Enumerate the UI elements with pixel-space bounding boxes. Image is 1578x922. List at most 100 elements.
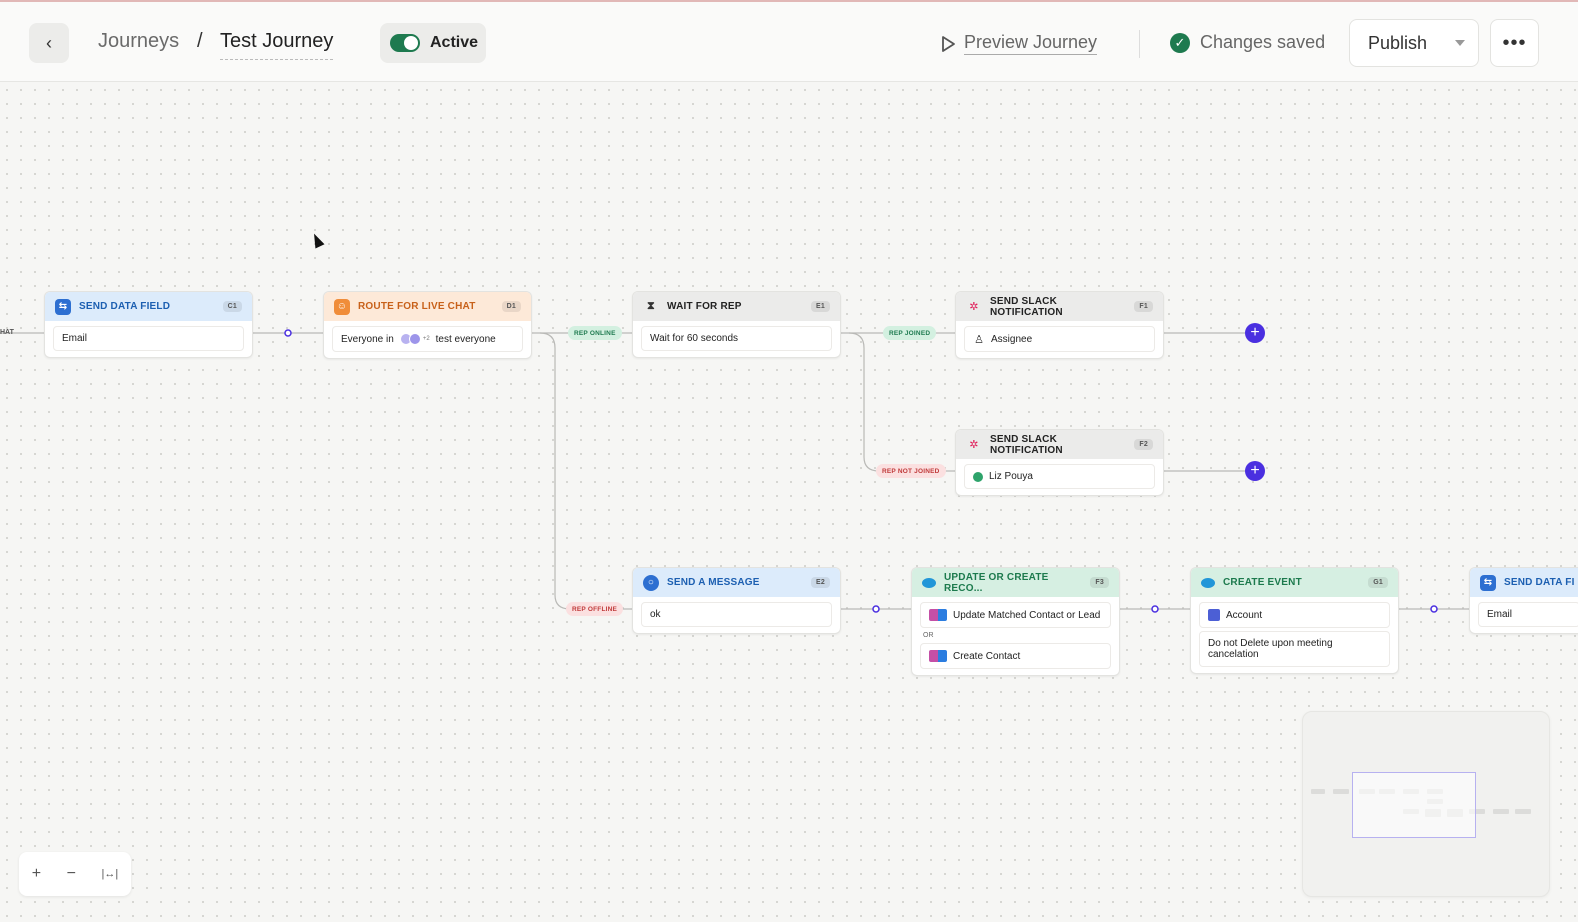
node-field[interactable]: Liz Pouya bbox=[964, 464, 1155, 489]
node-title: SEND DATA FIELD bbox=[79, 301, 171, 312]
node-field[interactable]: Wait for 60 seconds bbox=[641, 326, 832, 351]
node-field[interactable]: ♙ Assignee bbox=[964, 326, 1155, 352]
node-code: G1 bbox=[1368, 577, 1388, 588]
node-code: F1 bbox=[1134, 301, 1153, 312]
back-button[interactable]: ‹ bbox=[29, 23, 69, 63]
node-title: SEND SLACK NOTIFICATION bbox=[990, 295, 1063, 318]
more-options-button[interactable]: ••• bbox=[1490, 19, 1539, 67]
caret-down-icon bbox=[1455, 40, 1466, 46]
node-title: CREATE EVENT bbox=[1223, 577, 1302, 588]
node-send-message-e2[interactable]: ○ SEND A MESSAGE E2 ok bbox=[632, 567, 841, 634]
breadcrumb-separator: / bbox=[197, 30, 203, 52]
node-field-text: Create Contact bbox=[953, 650, 1021, 662]
node-field[interactable]: Account bbox=[1199, 602, 1390, 628]
zoom-in-button[interactable]: + bbox=[32, 865, 41, 883]
active-label: Active bbox=[430, 34, 479, 51]
salesforce-icon bbox=[1201, 577, 1215, 588]
journey-canvas[interactable]: HAT ⇆ SEND DATA FIELD C1 Email ☺ ROUTE F… bbox=[0, 83, 1578, 922]
data-field-icon: ⇆ bbox=[1480, 574, 1496, 591]
data-field-icon: ⇆ bbox=[55, 298, 71, 315]
minimap-node bbox=[1493, 809, 1509, 814]
publish-button[interactable]: Publish bbox=[1349, 19, 1479, 67]
edge-label-rep-online: REP ONLINE bbox=[568, 326, 622, 340]
node-field[interactable]: Do not Delete upon meeting cancelation bbox=[1199, 631, 1390, 667]
check-circle-icon: ✓ bbox=[1170, 32, 1190, 53]
node-title: SEND A MESSAGE bbox=[667, 577, 760, 588]
user-icon: ♙ bbox=[974, 333, 984, 346]
plus-icon: + bbox=[1250, 462, 1260, 479]
or-separator: OR bbox=[923, 632, 934, 639]
minimap[interactable] bbox=[1302, 711, 1550, 897]
node-slack-notification-f2[interactable]: ✲ SEND SLACK NOTIFICATION F2 Liz Pouya bbox=[955, 429, 1164, 496]
node-field[interactable]: Email bbox=[1478, 602, 1578, 627]
node-field-text: Assignee bbox=[991, 333, 1033, 345]
avatar bbox=[408, 333, 421, 345]
node-code: E1 bbox=[811, 301, 830, 312]
edge-label-rep-offline: REP OFFLINE bbox=[566, 602, 624, 616]
slack-icon: ✲ bbox=[969, 439, 979, 451]
node-update-create-record-f3[interactable]: UPDATE OR CREATE RECO... F3 Update Match… bbox=[911, 567, 1120, 676]
node-field-text: Do not Delete upon meeting cancelation bbox=[1208, 638, 1333, 660]
node-send-data-field-h1[interactable]: ⇆ SEND DATA FI Email bbox=[1469, 567, 1578, 634]
minimap-node bbox=[1311, 789, 1325, 794]
record-type-icon bbox=[929, 609, 947, 621]
node-field[interactable]: Update Matched Contact or Lead bbox=[920, 602, 1111, 628]
node-field-text: Email bbox=[62, 333, 88, 344]
node-field-text: ok bbox=[650, 609, 661, 620]
node-field[interactable]: ok bbox=[641, 602, 832, 627]
node-code: F2 bbox=[1134, 439, 1153, 450]
play-icon bbox=[942, 35, 955, 52]
zoom-out-button[interactable]: − bbox=[67, 865, 76, 883]
node-title: SEND SLACK NOTIFICATION bbox=[990, 433, 1063, 456]
node-field[interactable]: Create Contact bbox=[920, 643, 1111, 669]
node-code: C1 bbox=[222, 301, 242, 312]
node-field[interactable]: Everyone in +2 test everyone bbox=[332, 326, 523, 352]
more-horizontal-icon: ••• bbox=[1502, 31, 1527, 54]
breadcrumb-journeys[interactable]: Journeys bbox=[98, 30, 179, 53]
save-status: ✓ Changes saved bbox=[1170, 32, 1325, 53]
node-route-live-chat-d1[interactable]: ☺ ROUTE FOR LIVE CHAT D1 Everyone in +2 … bbox=[323, 291, 532, 359]
minimap-viewport[interactable] bbox=[1352, 772, 1476, 838]
chevron-left-icon: ‹ bbox=[46, 32, 52, 53]
journey-title[interactable]: Test Journey bbox=[220, 30, 334, 60]
node-send-data-field-c1[interactable]: ⇆ SEND DATA FIELD C1 Email bbox=[44, 291, 253, 358]
calendar-icon bbox=[1208, 609, 1220, 621]
preview-journey-button[interactable]: Preview Journey bbox=[940, 32, 1098, 55]
save-status-label: Changes saved bbox=[1200, 32, 1326, 52]
journey-header: ‹ Journeys / Test Journey Active Preview… bbox=[0, 2, 1578, 82]
node-wait-for-rep-e1[interactable]: ⧗ WAIT FOR REP E1 Wait for 60 seconds bbox=[632, 291, 841, 358]
edge-stub-label: HAT bbox=[0, 329, 14, 336]
slack-icon: ✲ bbox=[969, 301, 979, 313]
node-field-text: Email bbox=[1487, 609, 1513, 620]
add-step-button[interactable]: + bbox=[1245, 461, 1265, 481]
node-field-prefix: Everyone in bbox=[341, 333, 394, 345]
record-type-icon bbox=[929, 650, 947, 662]
salesforce-icon bbox=[922, 577, 936, 588]
avatar-group: +2 bbox=[399, 333, 430, 345]
user-avatar-icon bbox=[973, 471, 983, 482]
node-slack-notification-f1[interactable]: ✲ SEND SLACK NOTIFICATION F1 ♙ Assignee bbox=[955, 291, 1164, 359]
node-title: UPDATE OR CREATE RECO... bbox=[944, 571, 1049, 594]
zoom-controls: + − |↔| bbox=[19, 852, 131, 896]
hourglass-icon: ⧗ bbox=[647, 300, 655, 312]
active-toggle[interactable]: Active bbox=[380, 23, 486, 63]
toggle-switch-icon bbox=[390, 34, 420, 52]
node-title: SEND DATA FI bbox=[1504, 577, 1575, 588]
node-create-event-g1[interactable]: CREATE EVENT G1 Account Do not Delete up… bbox=[1190, 567, 1399, 674]
preview-journey-label: Preview Journey bbox=[964, 32, 1098, 55]
node-field-text: Liz Pouya bbox=[989, 471, 1033, 482]
node-code: D1 bbox=[501, 301, 521, 312]
add-step-button[interactable]: + bbox=[1245, 323, 1265, 343]
node-field[interactable]: Email bbox=[53, 326, 244, 351]
minimap-node bbox=[1515, 809, 1531, 814]
node-field-text: Account bbox=[1226, 609, 1263, 621]
node-field-text: Wait for 60 seconds bbox=[650, 333, 739, 344]
plus-icon: + bbox=[1250, 324, 1260, 341]
chat-bubble-icon: ○ bbox=[643, 574, 659, 591]
fit-view-button[interactable]: |↔| bbox=[102, 868, 119, 880]
edge-label-rep-joined: REP JOINED bbox=[883, 326, 937, 340]
node-code: F3 bbox=[1090, 577, 1109, 588]
node-code: E2 bbox=[811, 577, 830, 588]
minimap-node bbox=[1333, 789, 1349, 794]
publish-label: Publish bbox=[1368, 32, 1428, 53]
